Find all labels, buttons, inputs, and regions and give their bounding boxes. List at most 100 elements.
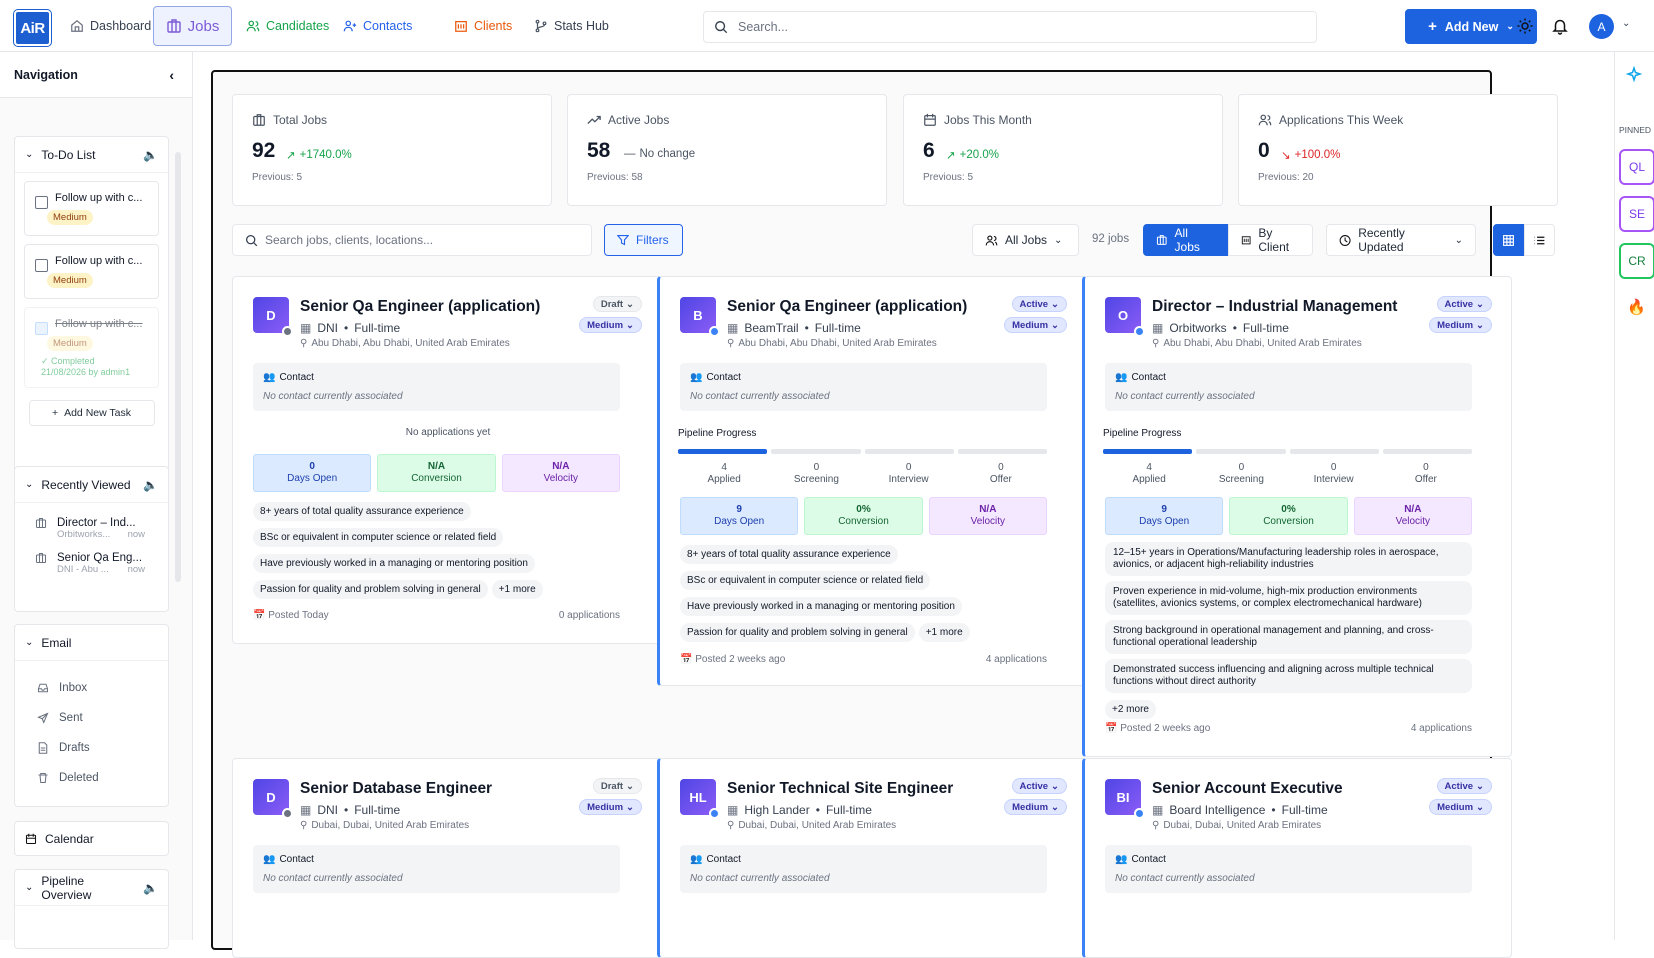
- view-by-client-button[interactable]: By Client: [1228, 224, 1313, 256]
- sparkle-icon[interactable]: [1625, 66, 1643, 84]
- priority-badge[interactable]: Medium ⌄: [1429, 799, 1492, 815]
- more-requirements-tag[interactable]: +1 more: [918, 623, 970, 642]
- job-card[interactable]: D Senior Qa Engineer (application) ▦ DNI •…: [232, 276, 662, 644]
- priority-badge[interactable]: Medium ⌄: [1004, 799, 1067, 815]
- tab-dashboard[interactable]: Dashboard: [60, 6, 161, 46]
- email-header[interactable]: ⌄ Email: [15, 625, 168, 661]
- todo-item[interactable]: Follow up with c... Medium: [24, 181, 159, 236]
- briefcase-icon: [166, 19, 181, 33]
- speaker-icon[interactable]: 🔈: [143, 478, 158, 492]
- calendar-header[interactable]: Calendar: [15, 822, 168, 855]
- priority-badge[interactable]: Medium ⌄: [1004, 317, 1067, 333]
- briefcase-icon: [35, 517, 47, 529]
- contact-box: 👥 Contact No contact currently associated: [680, 363, 1047, 411]
- view-all-jobs-button[interactable]: All Jobs: [1143, 224, 1228, 256]
- speaker-icon[interactable]: 🔈: [143, 148, 158, 162]
- priority-badge[interactable]: Medium ⌄: [579, 317, 642, 333]
- recent-item[interactable]: Director – Ind... Orbitworks... now: [15, 503, 168, 540]
- tab-contacts[interactable]: Contacts: [333, 6, 422, 46]
- tab-jobs[interactable]: Jobs: [153, 6, 232, 46]
- flame-icon[interactable]: 🔥: [1627, 298, 1646, 316]
- sort-dropdown[interactable]: Recently Updated ⌄: [1326, 224, 1476, 256]
- app-logo[interactable]: AiR: [14, 10, 51, 46]
- user-avatar[interactable]: A: [1589, 14, 1614, 39]
- recent-item-title: Director – Ind...: [57, 517, 136, 529]
- email-deleted[interactable]: Deleted: [15, 763, 168, 793]
- status-badge[interactable]: Active ⌄: [1011, 296, 1067, 312]
- todo-item-completed[interactable]: Follow up with c... Medium ✓ Completed 2…: [24, 307, 159, 388]
- job-avatar-initials: O: [1117, 307, 1129, 323]
- bell-icon[interactable]: [1551, 17, 1569, 35]
- tab-clients[interactable]: Clients: [444, 6, 522, 46]
- todo-checkbox[interactable]: [35, 196, 48, 209]
- avatar-chevron-icon[interactable]: ⌄: [1622, 18, 1630, 29]
- collapse-chevron-icon[interactable]: ‹: [169, 67, 174, 83]
- todo-header[interactable]: ⌄ To-Do List 🔈: [15, 137, 168, 173]
- priority-badge[interactable]: Medium ⌄: [579, 799, 642, 815]
- status-badge[interactable]: Active ⌄: [1011, 778, 1067, 794]
- todo-item[interactable]: Follow up with c... Medium: [24, 244, 159, 299]
- status-badge[interactable]: Draft ⌄: [592, 296, 642, 312]
- recent-item-sub: Orbitworks...: [57, 529, 111, 540]
- job-title[interactable]: Senior Qa Engineer (application): [727, 298, 967, 316]
- job-client[interactable]: Board Intelligence: [1169, 803, 1265, 817]
- status-badge[interactable]: Draft ⌄: [592, 778, 642, 794]
- email-drafts[interactable]: Drafts: [15, 733, 168, 763]
- job-title[interactable]: Senior Database Engineer: [300, 780, 492, 798]
- navigation-header: Navigation ‹: [0, 52, 192, 98]
- pipeline-title: Pipeline Progress: [1103, 428, 1182, 439]
- pipeline-overview-header[interactable]: ⌄ Pipeline Overview 🔈: [15, 870, 168, 906]
- pinned-item[interactable]: QL: [1619, 149, 1654, 185]
- job-card[interactable]: HL Senior Technical Site Engineer ▦ High …: [657, 758, 1087, 958]
- job-client[interactable]: DNI: [317, 803, 338, 817]
- grid-view-button[interactable]: [1493, 224, 1524, 256]
- sun-icon[interactable]: [1516, 17, 1534, 35]
- metric-label: Days Open: [1139, 516, 1190, 527]
- tab-stats-hub[interactable]: Stats Hub: [524, 6, 619, 46]
- add-task-button[interactable]: + Add New Task: [28, 400, 155, 426]
- todo-checkbox[interactable]: [35, 259, 48, 272]
- job-client[interactable]: High Lander: [744, 803, 809, 817]
- job-title[interactable]: Senior Technical Site Engineer: [727, 780, 953, 798]
- job-avatar: B: [680, 297, 720, 337]
- pipeline-stage: 0 Screening: [1195, 462, 1287, 486]
- global-search-input[interactable]: Search...: [703, 11, 1317, 43]
- tab-candidates[interactable]: Candidates: [236, 6, 339, 46]
- job-card[interactable]: B Senior Qa Engineer (application) ▦ Beam…: [657, 276, 1087, 686]
- more-requirements-tag[interactable]: +2 more: [1105, 700, 1156, 719]
- job-location: Dubai, Dubai, United Arab Emirates: [311, 820, 470, 831]
- pinned-item[interactable]: SE: [1619, 196, 1654, 232]
- list-view-button[interactable]: [1524, 224, 1555, 256]
- all-jobs-filter-dropdown[interactable]: All Jobs ⌄: [972, 224, 1079, 256]
- job-title[interactable]: Senior Qa Engineer (application): [300, 298, 540, 316]
- sidebar-scrollbar[interactable]: [175, 152, 181, 582]
- todo-checkbox-checked[interactable]: [35, 322, 48, 335]
- jobs-search-input[interactable]: Search jobs, clients, locations...: [232, 224, 592, 256]
- job-card[interactable]: BI Senior Account Executive ▦ Board Intel…: [1082, 758, 1512, 958]
- metric-value: 0%: [856, 504, 871, 515]
- recently-viewed-title: Recently Viewed: [41, 477, 131, 492]
- status-badge[interactable]: Active ⌄: [1436, 778, 1492, 794]
- pinned-item[interactable]: CR: [1619, 243, 1654, 279]
- contact-box: 👥 Contact No contact currently associated: [253, 845, 620, 893]
- job-client[interactable]: DNI: [317, 321, 338, 335]
- job-client[interactable]: BeamTrail: [744, 321, 798, 335]
- recent-item[interactable]: Senior Qa Eng... DNI - Abu ... now: [15, 540, 168, 575]
- filters-button[interactable]: Filters: [604, 224, 683, 256]
- building-icon: ▦: [300, 803, 312, 817]
- job-title[interactable]: Director – Industrial Management: [1152, 298, 1397, 316]
- job-client[interactable]: Orbitworks: [1169, 321, 1226, 335]
- contact-empty: No contact currently associated: [1115, 873, 1255, 884]
- priority-badge-label: Medium: [1437, 801, 1474, 813]
- calendar-panel[interactable]: Calendar: [14, 821, 169, 856]
- job-title[interactable]: Senior Account Executive: [1152, 780, 1343, 798]
- job-card[interactable]: O Director – Industrial Management ▦ Orbi…: [1082, 276, 1512, 757]
- email-inbox[interactable]: Inbox: [15, 673, 168, 703]
- email-sent[interactable]: Sent: [15, 703, 168, 733]
- job-card[interactable]: D Senior Database Engineer ▦ DNI • Full-tim…: [232, 758, 662, 958]
- speaker-icon[interactable]: 🔈: [143, 881, 158, 895]
- recently-viewed-header[interactable]: ⌄ Recently Viewed 🔈: [15, 467, 168, 503]
- status-badge[interactable]: Active ⌄: [1436, 296, 1492, 312]
- more-requirements-tag[interactable]: +1 more: [491, 580, 543, 599]
- priority-badge[interactable]: Medium ⌄: [1429, 317, 1492, 333]
